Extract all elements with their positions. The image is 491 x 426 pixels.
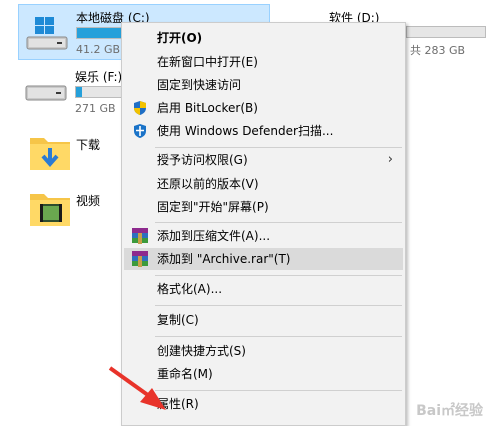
folder-videos[interactable]: 视频 xyxy=(24,184,124,234)
menu-item-format[interactable]: 格式化(A)... xyxy=(124,278,403,300)
menu-item-label: 使用 Windows Defender扫描... xyxy=(157,124,334,138)
menu-item-label: 创建快捷方式(S) xyxy=(157,344,246,358)
menu-item-properties[interactable]: 属性(R) xyxy=(124,393,403,415)
download-folder-icon xyxy=(30,138,70,170)
menu-item-label: 属性(R) xyxy=(157,397,199,411)
winrar-icon xyxy=(132,228,148,244)
menu-separator xyxy=(155,390,402,391)
folder-name: 视频 xyxy=(76,194,101,208)
menu-item-label: 在新窗口中打开(E) xyxy=(157,55,258,69)
menu-item-grant-access[interactable]: 授予访问权限(G) › xyxy=(124,149,403,171)
drive-d-total: 共 283 GB xyxy=(410,44,466,57)
menu-item-pin-quick-access[interactable]: 固定到快速访问 xyxy=(124,74,403,96)
menu-item-bitlocker[interactable]: 启用 BitLocker(B) xyxy=(124,97,403,119)
menu-separator xyxy=(155,222,402,223)
menu-item-label: 授予访问权限(G) xyxy=(157,153,248,167)
drive-f-tile[interactable]: 娱乐 (F:) 271 GB xyxy=(18,64,128,120)
drive-f-name: 娱乐 (F:) xyxy=(75,70,123,84)
submenu-chevron-icon: › xyxy=(387,152,393,167)
defender-icon xyxy=(134,124,146,138)
menu-item-label: 还原以前的版本(V) xyxy=(157,177,259,191)
menu-item-label: 打开(O) xyxy=(157,31,203,45)
watermark-logo: Bai㎡经验 xyxy=(416,403,483,419)
menu-item-label: 固定到"开始"屏幕(P) xyxy=(157,200,269,214)
menu-item-label: 启用 BitLocker(B) xyxy=(157,101,258,115)
menu-item-label: 格式化(A)... xyxy=(157,282,223,296)
menu-item-open[interactable]: 打开(O) xyxy=(124,27,403,49)
menu-separator xyxy=(155,305,402,306)
drive-d-usage-bar xyxy=(406,26,486,38)
menu-item-copy[interactable]: 复制(C) xyxy=(124,309,403,331)
context-menu: 打开(O) 在新窗口中打开(E) 固定到快速访问 启用 BitLocker(B)… xyxy=(121,22,406,426)
drive-f-usage-bar xyxy=(75,86,125,98)
menu-item-create-shortcut[interactable]: 创建快捷方式(S) xyxy=(124,340,403,362)
shield-icon xyxy=(134,101,146,115)
drive-f-free-space: 271 GB xyxy=(75,102,116,115)
menu-item-label: 复制(C) xyxy=(157,313,199,327)
menu-item-add-to-archive-rar[interactable]: 添加到 "Archive.rar"(T) xyxy=(124,248,403,270)
menu-item-add-to-archive[interactable]: 添加到压缩文件(A)... xyxy=(124,225,403,247)
hard-drive-icon xyxy=(26,17,68,50)
winrar-icon xyxy=(132,251,148,267)
menu-separator xyxy=(155,275,402,276)
menu-item-open-new-window[interactable]: 在新窗口中打开(E) xyxy=(124,51,403,73)
menu-item-pin-start[interactable]: 固定到"开始"屏幕(P) xyxy=(124,196,403,218)
hard-drive-icon xyxy=(25,85,67,101)
menu-item-restore-versions[interactable]: 还原以前的版本(V) xyxy=(124,173,403,195)
video-folder-icon xyxy=(30,194,70,226)
menu-item-label: 添加到压缩文件(A)... xyxy=(157,229,271,243)
menu-item-defender-scan[interactable]: 使用 Windows Defender扫描... xyxy=(124,120,403,142)
folder-downloads[interactable]: 下载 xyxy=(24,128,124,178)
menu-separator xyxy=(155,336,402,337)
menu-item-label: 添加到 "Archive.rar"(T) xyxy=(157,252,291,266)
menu-item-label: 固定到快速访问 xyxy=(157,78,242,92)
drive-c-free-space: 41.2 GB xyxy=(76,43,121,56)
menu-separator xyxy=(155,147,402,148)
menu-item-label: 重命名(M) xyxy=(157,367,213,381)
menu-item-rename[interactable]: 重命名(M) xyxy=(124,363,403,385)
folder-name: 下载 xyxy=(76,138,101,152)
